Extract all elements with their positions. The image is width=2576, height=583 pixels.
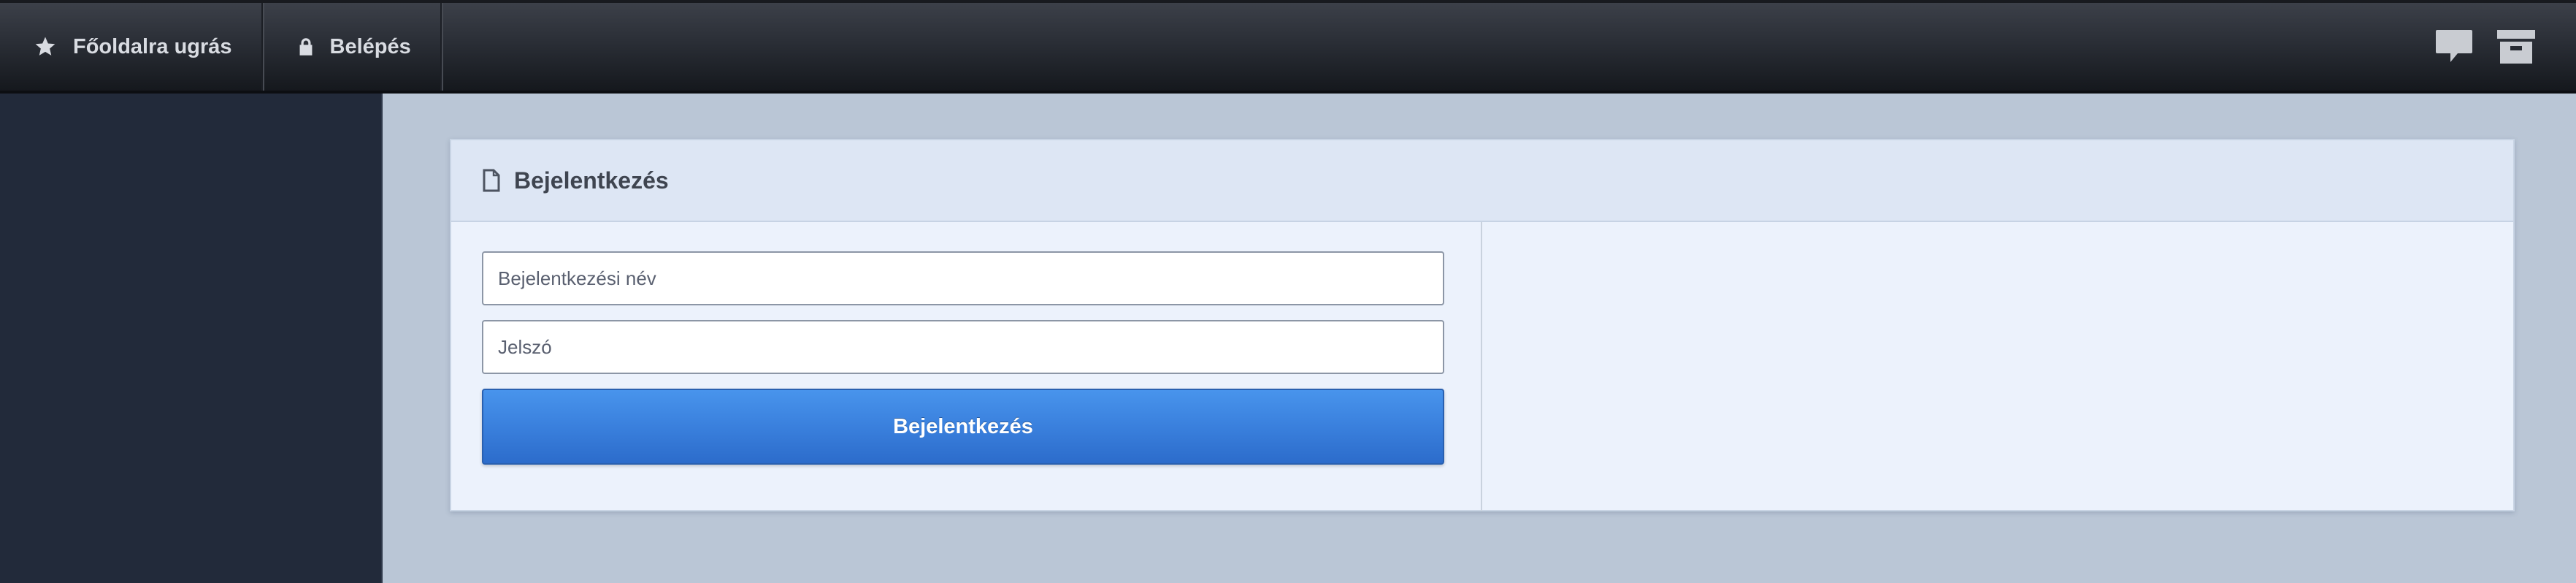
username-input[interactable] <box>482 251 1444 305</box>
panel-title: Bejelentkezés <box>514 167 669 194</box>
password-input[interactable] <box>482 320 1444 374</box>
sidebar <box>0 94 383 583</box>
nav-login-label: Belépés <box>329 34 411 58</box>
document-icon <box>482 169 501 192</box>
archive-box-icon[interactable] <box>2496 28 2537 65</box>
panel-header: Bejelentkezés <box>451 140 2513 222</box>
chat-bubble-icon[interactable] <box>2434 28 2474 65</box>
panel-right-column <box>1482 222 2513 511</box>
topbar-actions <box>2434 3 2576 91</box>
main-content: Bejelentkezés Bejelentkezés <box>383 94 2576 583</box>
nav-home-link[interactable]: Főoldalra ugrás <box>0 3 264 91</box>
login-submit-button[interactable]: Bejelentkezés <box>482 389 1444 465</box>
nav-home-label: Főoldalra ugrás <box>73 34 232 58</box>
nav-login-link[interactable]: Belépés <box>264 3 443 91</box>
lock-icon <box>298 37 314 56</box>
login-form: Bejelentkezés <box>451 222 1482 511</box>
top-navbar: Főoldalra ugrás Belépés <box>0 0 2576 94</box>
login-panel: Bejelentkezés Bejelentkezés <box>450 139 2515 511</box>
panel-body: Bejelentkezés <box>451 222 2513 511</box>
star-icon <box>34 35 57 58</box>
